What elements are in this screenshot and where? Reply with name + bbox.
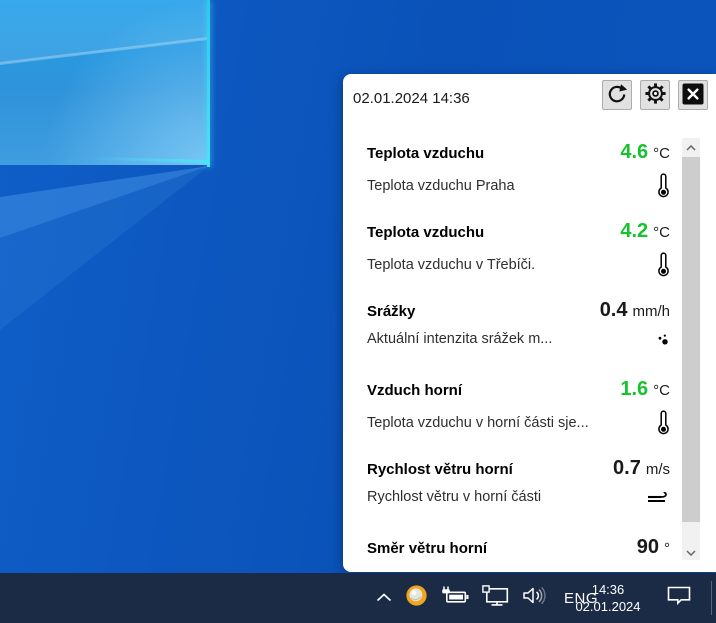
settings-button[interactable] bbox=[640, 80, 670, 110]
thermometer-icon bbox=[644, 173, 670, 198]
taskbar-date: 02.01.2024 bbox=[564, 598, 652, 615]
close-icon bbox=[682, 83, 704, 108]
item-subtitle: Teplota vzduchu v Třebíči. bbox=[367, 257, 535, 273]
tray-app-button[interactable] bbox=[403, 578, 430, 618]
show-desktop-button[interactable] bbox=[711, 581, 712, 615]
app-ring-icon bbox=[405, 584, 428, 612]
item-title: Teplota vzduchu bbox=[367, 145, 484, 162]
item-subtitle: Teplota vzduchu v horní části sje... bbox=[367, 415, 589, 431]
list-item-air-temp-trebic[interactable]: Teplota vzduchu 4.2°C Teplota vzduchu v … bbox=[343, 217, 716, 296]
raindrops-icon bbox=[644, 333, 670, 346]
scrollbar-thumb[interactable] bbox=[682, 157, 700, 522]
taskbar-clock[interactable]: 14:36 02.01.2024 bbox=[564, 581, 652, 615]
weather-widget-panel: 02.01.2024 14:36 bbox=[343, 74, 716, 572]
chevron-down-icon bbox=[686, 543, 696, 561]
close-button[interactable] bbox=[678, 80, 708, 110]
action-center-icon bbox=[667, 586, 691, 610]
scrollbar[interactable] bbox=[682, 138, 700, 560]
taskbar-time: 14:36 bbox=[564, 581, 652, 598]
item-value: 4.6°C bbox=[620, 141, 670, 164]
sensor-list: Teplota vzduchu 4.6°C Teplota vzduchu Pr… bbox=[343, 138, 716, 560]
screen: 02.01.2024 14:36 bbox=[0, 0, 716, 623]
wallpaper-cyan-edge-vertical bbox=[207, 0, 210, 167]
wallpaper-corner-glow bbox=[0, 0, 208, 165]
item-subtitle: Rychlost větru v horní části bbox=[367, 489, 541, 505]
item-subtitle: Teplota vzduchu Praha bbox=[367, 178, 515, 194]
item-value: 1.6°C bbox=[620, 378, 670, 401]
wind-icon bbox=[644, 490, 670, 504]
item-value: 0.7m/s bbox=[613, 457, 670, 480]
gear-icon bbox=[645, 83, 666, 107]
list-item-wind-direction-upper[interactable]: Směr větru horní 90° bbox=[343, 533, 716, 560]
volume-icon bbox=[522, 586, 547, 610]
item-value: 4.2°C bbox=[620, 220, 670, 243]
chevron-up-icon bbox=[686, 138, 696, 156]
widget-datetime: 02.01.2024 14:36 bbox=[353, 90, 470, 107]
item-value: 90° bbox=[637, 536, 670, 559]
item-title: Rychlost větru horní bbox=[367, 461, 513, 478]
list-item-air-upper[interactable]: Vzduch horní 1.6°C Teplota vzduchu v hor… bbox=[343, 375, 716, 454]
scrollbar-up-button[interactable] bbox=[682, 138, 700, 155]
list-item-air-temp-praha[interactable]: Teplota vzduchu 4.6°C Teplota vzduchu Pr… bbox=[343, 138, 716, 217]
scrollbar-down-button[interactable] bbox=[682, 543, 700, 560]
taskbar: ENG 14:36 02.01.2024 bbox=[0, 573, 716, 623]
item-title: Směr větru horní bbox=[367, 540, 487, 557]
battery-charging-icon bbox=[441, 586, 469, 610]
item-title: Teplota vzduchu bbox=[367, 224, 484, 241]
tray-network-button[interactable] bbox=[480, 578, 511, 618]
action-center-button[interactable] bbox=[662, 573, 696, 623]
widget-header: 02.01.2024 14:36 bbox=[343, 74, 716, 132]
refresh-icon bbox=[606, 83, 628, 108]
item-value: 0.4mm/h bbox=[600, 299, 670, 322]
refresh-button[interactable] bbox=[602, 80, 632, 110]
chevron-up-icon bbox=[376, 589, 392, 607]
ethernet-icon bbox=[482, 585, 509, 611]
list-item-wind-speed-upper[interactable]: Rychlost větru horní 0.7m/s Rychlost vět… bbox=[343, 454, 716, 533]
tray-volume-button[interactable] bbox=[520, 578, 549, 618]
item-title: Vzduch horní bbox=[367, 382, 462, 399]
item-subtitle: Aktuální intenzita srážek m... bbox=[367, 331, 552, 347]
item-title: Srážky bbox=[367, 303, 415, 320]
thermometer-icon bbox=[644, 410, 670, 435]
widget-header-buttons bbox=[602, 80, 708, 110]
tray-battery-button[interactable] bbox=[439, 578, 471, 618]
list-item-precipitation[interactable]: Srážky 0.4mm/h Aktuální intenzita srážek… bbox=[343, 296, 716, 375]
thermometer-icon bbox=[644, 252, 670, 277]
tray-expand-button[interactable] bbox=[374, 578, 394, 618]
